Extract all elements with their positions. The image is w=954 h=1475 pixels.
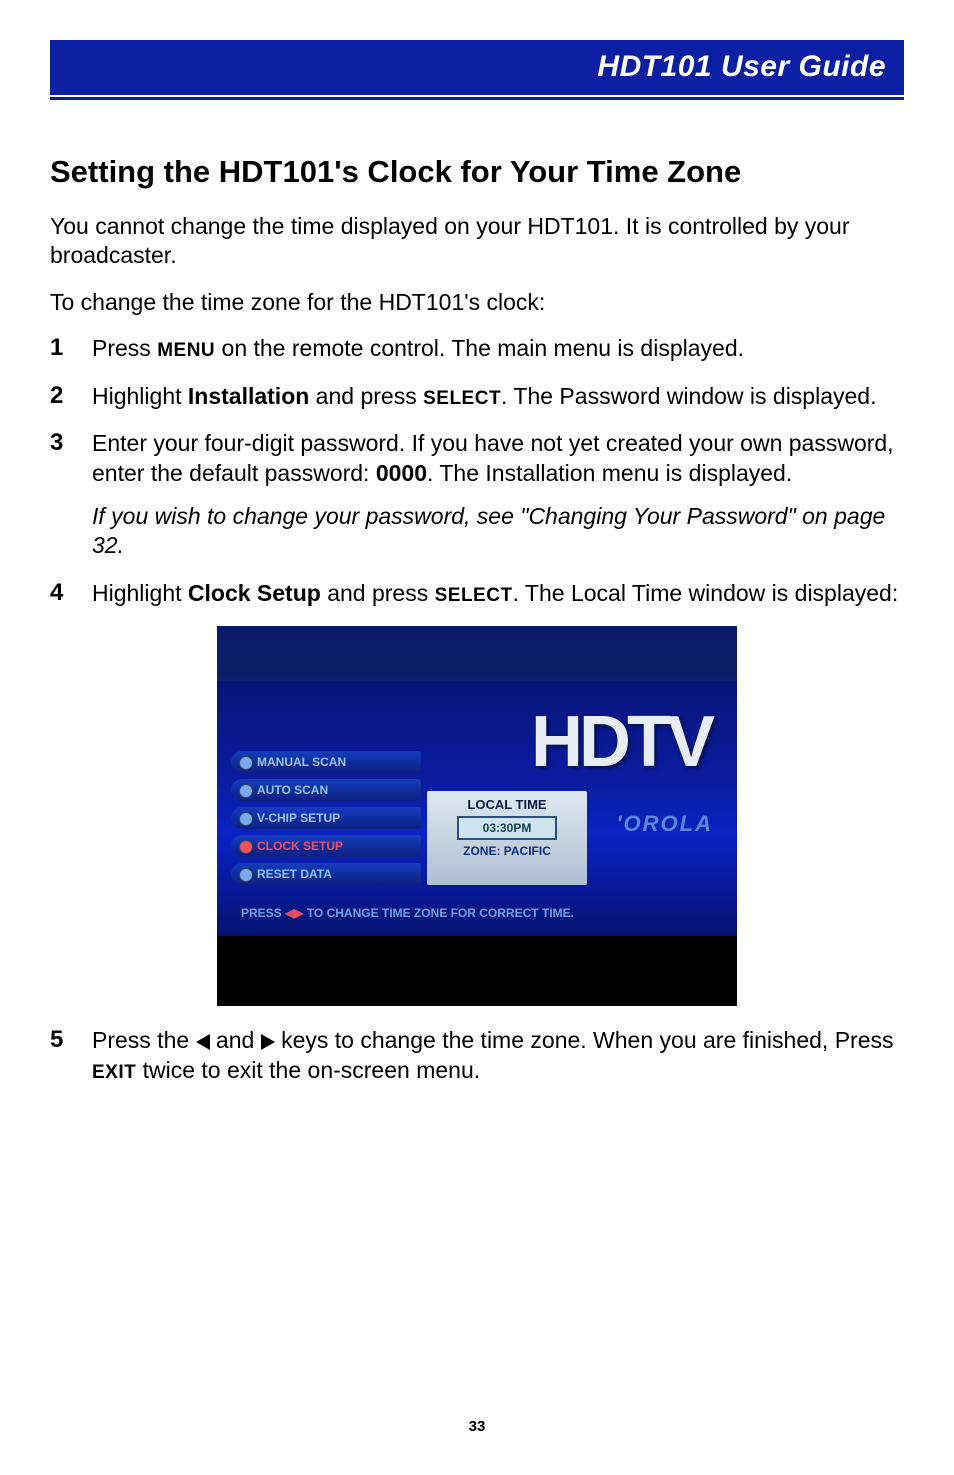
step-4: 4 Highlight Clock Setup and press SELECT…	[50, 579, 904, 608]
hdtv-logo: HDTV	[531, 701, 711, 783]
step-body: Highlight Clock Setup and press SELECT. …	[92, 579, 904, 608]
header-title: HDT101 User Guide	[597, 50, 886, 83]
section-heading: Setting the HDT101's Clock for Your Time…	[50, 154, 904, 190]
step-body: Press MENU on the remote control. The ma…	[92, 334, 904, 363]
text: and press	[321, 580, 435, 606]
menu-clock-setup[interactable]: CLOCK SETUP	[231, 835, 421, 857]
text: . The Password window is displayed.	[501, 383, 876, 409]
text: . The Local Time window is displayed:	[513, 580, 899, 606]
text: Highlight	[92, 580, 188, 606]
panel-zone: ZONE: PACIFIC	[433, 844, 581, 858]
step-2: 2 Highlight Installation and press SELEC…	[50, 382, 904, 411]
brand-fragment: 'OROLA	[616, 811, 713, 837]
steps-list-continued: 5 Press the and keys to change the time …	[50, 1026, 904, 1085]
page: HDT101 User Guide Setting the HDT101's C…	[0, 0, 954, 1475]
menu-key: MENU	[157, 340, 215, 361]
step-number: 3	[50, 429, 92, 561]
text: and	[210, 1027, 261, 1053]
default-password: 0000	[376, 460, 427, 486]
page-header: HDT101 User Guide	[50, 40, 904, 95]
intro-paragraph-2: To change the time zone for the HDT101's…	[50, 288, 904, 317]
step-number: 1	[50, 334, 92, 363]
step-body: Highlight Installation and press SELECT.…	[92, 382, 904, 411]
hint-text: PRESS ◀▶ TO CHANGE TIME ZONE FOR CORRECT…	[241, 906, 574, 920]
step-1: 1 Press MENU on the remote control. The …	[50, 334, 904, 363]
password-note: If you wish to change your password, see…	[92, 502, 904, 561]
step-3: 3 Enter your four-digit password. If you…	[50, 429, 904, 561]
step-body: Press the and keys to change the time zo…	[92, 1026, 904, 1085]
step-number: 2	[50, 382, 92, 411]
text: PRESS	[241, 906, 285, 920]
tv-screenshot: HDTV 'OROLA MANUAL SCAN AUTO SCAN V-CHIP…	[217, 626, 737, 1006]
installation-label: Installation	[188, 383, 309, 409]
left-arrow-icon	[196, 1034, 210, 1050]
menu-reset-data[interactable]: RESET DATA	[231, 863, 421, 885]
text: and press	[309, 383, 423, 409]
sky-band	[217, 626, 737, 681]
text: TO CHANGE TIME ZONE FOR CORRECT TIME.	[303, 906, 573, 920]
local-time-panel: LOCAL TIME 03:30PM ZONE: PACIFIC	[427, 791, 587, 885]
text: Highlight	[92, 383, 188, 409]
select-key: SELECT	[423, 388, 501, 409]
right-arrow-icon	[261, 1034, 275, 1050]
menu-vchip-setup[interactable]: V-CHIP SETUP	[231, 807, 421, 829]
select-key: SELECT	[435, 585, 513, 606]
hdtv-band: HDTV 'OROLA MANUAL SCAN AUTO SCAN V-CHIP…	[217, 681, 737, 936]
menu-auto-scan[interactable]: AUTO SCAN	[231, 779, 421, 801]
step-body: Enter your four-digit password. If you h…	[92, 429, 904, 561]
intro-paragraph-1: You cannot change the time displayed on …	[50, 212, 904, 270]
text: keys to change the time zone. When you a…	[275, 1027, 894, 1053]
text: twice to exit the on-screen menu.	[136, 1057, 480, 1083]
page-number: 33	[0, 1418, 954, 1435]
steps-list: 1 Press MENU on the remote control. The …	[50, 334, 904, 608]
panel-time: 03:30PM	[457, 816, 557, 840]
content: Setting the HDT101's Clock for Your Time…	[50, 100, 904, 1085]
text: . The Installation menu is displayed.	[427, 460, 792, 486]
panel-title: LOCAL TIME	[433, 797, 581, 812]
text: Press the	[92, 1027, 196, 1053]
menu-manual-scan[interactable]: MANUAL SCAN	[231, 751, 421, 773]
clock-setup-label: Clock Setup	[188, 580, 321, 606]
text: Press	[92, 335, 157, 361]
step-number: 4	[50, 579, 92, 608]
step-number: 5	[50, 1026, 92, 1085]
step-5: 5 Press the and keys to change the time …	[50, 1026, 904, 1085]
text: on the remote control. The main menu is …	[215, 335, 744, 361]
installation-menu: MANUAL SCAN AUTO SCAN V-CHIP SETUP CLOCK…	[231, 751, 421, 891]
exit-key: EXIT	[92, 1062, 136, 1083]
arrow-icons: ◀▶	[285, 906, 303, 920]
